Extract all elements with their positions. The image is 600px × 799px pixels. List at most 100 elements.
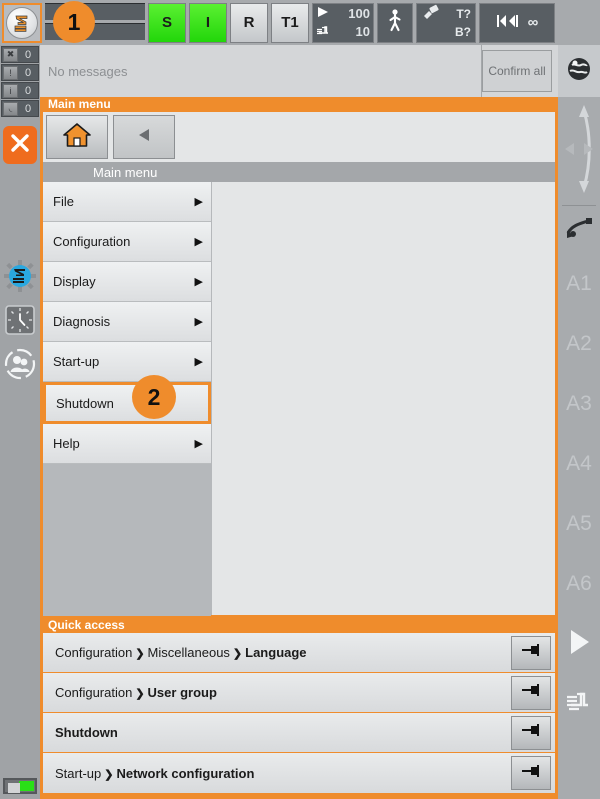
- jog-mode-button[interactable]: [377, 2, 413, 43]
- pin-button[interactable]: [511, 756, 551, 790]
- info-count: 0: [24, 84, 32, 97]
- menu-item-label: Configuration: [53, 234, 131, 249]
- menu-item-display[interactable]: Display ▶: [43, 262, 211, 302]
- message-counter-wait[interactable]: ◟ 0: [1, 100, 39, 117]
- axis-label-a4[interactable]: A4: [558, 434, 600, 494]
- axis-label-a2[interactable]: A2: [558, 314, 600, 374]
- axis-label-a5[interactable]: A5: [558, 494, 600, 554]
- drives-ready-label: R: [243, 14, 255, 31]
- override-speed-button[interactable]: 100 10: [312, 2, 374, 43]
- increment-button[interactable]: ∞: [479, 2, 555, 43]
- world-coordinate-button[interactable]: [558, 45, 600, 97]
- quick-access-label: Configuration ❯ User group: [43, 685, 511, 700]
- breadcrumb: Main menu: [43, 162, 555, 182]
- hand-icon: [564, 687, 594, 718]
- pin-button[interactable]: [511, 675, 551, 710]
- robot-tool-button[interactable]: [558, 206, 600, 254]
- robot-settings-button[interactable]: [0, 256, 40, 300]
- kuka-robot-logo-icon: [6, 6, 38, 39]
- axis-label-a3[interactable]: A3: [558, 374, 600, 434]
- menu-item-shutdown[interactable]: Shutdown: [43, 382, 211, 424]
- menu-item-label: Help: [53, 436, 80, 451]
- operating-mode-button[interactable]: T1: [271, 2, 309, 43]
- chevron-right-icon: ▶: [194, 316, 203, 328]
- menu-item-label: Shutdown: [56, 395, 114, 411]
- back-button[interactable]: [113, 115, 175, 159]
- crumb-separator-icon: ❯: [104, 768, 114, 781]
- battery-fill-segment: [18, 781, 34, 791]
- warning-icon: !: [3, 65, 18, 80]
- menu-empty-area: [43, 464, 211, 616]
- quick-access-row[interactable]: Configuration ❯ User group: [43, 673, 555, 713]
- crumb-part: Miscellaneous: [147, 645, 230, 660]
- crumb-part-bold: Network configuration: [116, 765, 255, 781]
- stop-close-button[interactable]: [3, 126, 37, 164]
- menu-item-help[interactable]: Help ▶: [43, 424, 211, 464]
- chevron-right-icon: ▶: [194, 438, 203, 450]
- submit-interpreter-button[interactable]: S: [148, 2, 186, 43]
- play-icon: [565, 627, 593, 662]
- program-override-value: 100: [348, 6, 370, 21]
- axis-label-a6[interactable]: A6: [558, 554, 600, 614]
- chevron-right-icon: ▶: [194, 356, 203, 368]
- quick-access-row[interactable]: Start-up ❯ Network configuration: [43, 753, 555, 793]
- left-sidebar: ✖ 0 ! 0 i 0 ◟ 0: [0, 45, 40, 799]
- robot-tool-icon: [421, 4, 441, 23]
- pin-button[interactable]: [511, 635, 551, 670]
- confirm-all-button[interactable]: Confirm all: [482, 50, 552, 92]
- user-group-icon: [4, 348, 36, 385]
- panel-body: Main menu File ▶ Configuration ▶ Display…: [43, 112, 555, 616]
- home-button[interactable]: [46, 115, 108, 159]
- pin-icon: [521, 723, 541, 742]
- submit-interpreter-label: S: [161, 14, 172, 31]
- quick-access-row[interactable]: Shutdown: [43, 713, 555, 753]
- menu-item-diagnosis[interactable]: Diagnosis ▶: [43, 302, 211, 342]
- kuka-robot-logo-button[interactable]: [2, 2, 42, 43]
- crumb-part-bold: User group: [147, 685, 217, 700]
- home-icon: [62, 122, 92, 153]
- chevron-right-icon: ▶: [194, 236, 203, 248]
- quick-access-row[interactable]: Configuration ❯ Miscellaneous ❯ Language: [43, 633, 555, 673]
- battery-indicator: [3, 778, 37, 794]
- crumb-part: Configuration: [55, 645, 133, 660]
- crumb-separator-icon: ❯: [232, 648, 243, 660]
- pin-icon: [521, 643, 541, 662]
- menu-item-file[interactable]: File ▶: [43, 182, 211, 222]
- user-group-button[interactable]: [0, 344, 40, 388]
- confirm-all-label: Confirm all: [488, 64, 546, 78]
- wait-icon: ◟: [3, 101, 18, 116]
- message-bar[interactable]: No messages Confirm all: [40, 45, 558, 97]
- callout-badge-2: 2: [132, 375, 176, 419]
- warning-count: 0: [24, 66, 32, 79]
- clock-button[interactable]: [0, 300, 40, 344]
- drives-ready-button[interactable]: R: [230, 2, 268, 43]
- menu-wrapper: File ▶ Configuration ▶ Display ▶ Diagnos…: [43, 182, 555, 616]
- message-counter-warning[interactable]: ! 0: [1, 64, 39, 81]
- operating-mode-label: T1: [281, 14, 299, 31]
- base-label: B?: [455, 24, 471, 39]
- pin-button[interactable]: [511, 715, 551, 750]
- smarthmi-screen: S I R T1 100 10 T? B? ∞ 1 ✖ 0 ! 0 i 0 ◟ …: [0, 0, 600, 799]
- menu-item-label: Diagnosis: [53, 314, 111, 329]
- main-menu-panel: Main menu Main menu File ▶ Configuration…: [40, 97, 558, 618]
- robot-interpreter-label: I: [205, 14, 211, 31]
- message-counter-info[interactable]: i 0: [1, 82, 39, 99]
- menu-item-configuration[interactable]: Configuration ▶: [43, 222, 211, 262]
- robot-interpreter-button[interactable]: I: [189, 2, 227, 43]
- tool-base-button[interactable]: T? B?: [416, 2, 476, 43]
- world-globe-icon: [566, 56, 592, 87]
- menu-item-label: Start-up: [53, 354, 100, 369]
- pin-icon: [521, 764, 541, 783]
- jog-direction-button[interactable]: [558, 97, 600, 205]
- hand-icon: [316, 23, 331, 40]
- menu-column: File ▶ Configuration ▶ Display ▶ Diagnos…: [43, 182, 211, 616]
- play-button[interactable]: [558, 614, 600, 674]
- message-text: No messages: [48, 63, 128, 79]
- axis-label-a1[interactable]: A1: [558, 254, 600, 314]
- hand-jog-button[interactable]: [558, 674, 600, 730]
- jog-override-value: 10: [355, 24, 370, 39]
- message-counter-error[interactable]: ✖ 0: [1, 46, 39, 63]
- crumb-separator-icon: ❯: [135, 648, 145, 660]
- quick-access-title: Quick access: [48, 618, 125, 632]
- menu-item-start-up[interactable]: Start-up ▶: [43, 342, 211, 382]
